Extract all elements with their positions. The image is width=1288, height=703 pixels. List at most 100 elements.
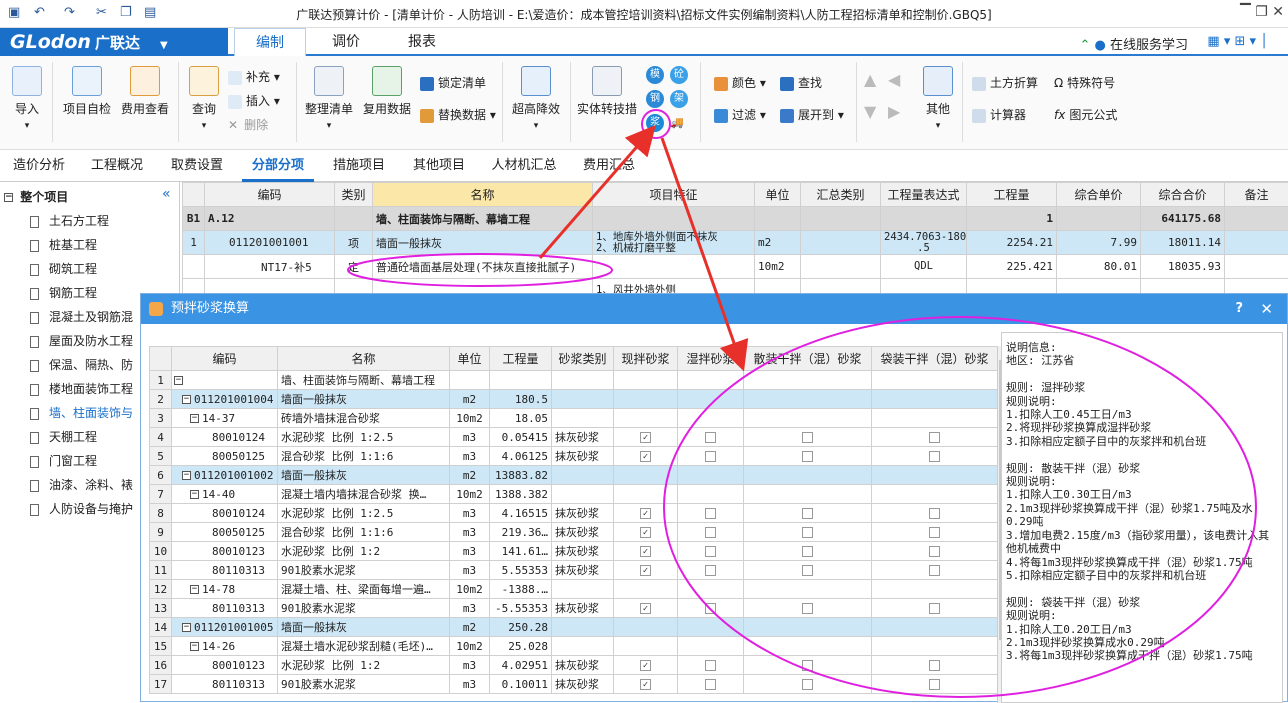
checkbox[interactable]: ✓ xyxy=(640,565,651,576)
collapse-icon[interactable]: − xyxy=(190,642,199,651)
fee-view-button[interactable]: 费用查看 xyxy=(118,66,172,117)
cell-name[interactable]: 水泥砂浆 比例 1:2 xyxy=(278,656,450,675)
checkbox[interactable]: ✓ xyxy=(640,660,651,671)
menu-tab-adjust[interactable]: 调价 xyxy=(310,28,382,56)
supplement-button[interactable]: 补充 ▾ xyxy=(228,68,280,85)
cell-unit[interactable]: 10m2 xyxy=(450,485,490,504)
table-row[interactable]: 480010124水泥砂浆 比例 1:2.5m30.05415抹灰砂浆✓ xyxy=(150,428,998,447)
cell-feature[interactable] xyxy=(593,255,755,279)
column-header[interactable]: 单位 xyxy=(755,183,801,207)
table-row[interactable]: 12−14-78混凝土墙、柱、梁面每增一遍…10m2-1388.… xyxy=(150,580,998,599)
checkbox[interactable]: ✓ xyxy=(640,679,651,690)
dialog-title-bar[interactable]: 预拌砂浆换算 ? ✕ xyxy=(141,294,1287,324)
cell-unit[interactable]: m3 xyxy=(450,656,490,675)
cell-code[interactable]: 80010123 xyxy=(172,542,278,561)
dialog-column-header[interactable]: 袋装干拌（混）砂浆 xyxy=(872,347,998,371)
cell-category[interactable]: 抹灰砂浆 xyxy=(552,523,614,542)
cell-type[interactable]: 项 xyxy=(335,231,373,255)
column-header[interactable]: 名称 xyxy=(373,183,593,207)
cell-price[interactable]: 7.99 xyxy=(1057,231,1141,255)
tree-item[interactable]: 钢筋工程 xyxy=(30,284,97,301)
delete-button[interactable]: ✕删除 xyxy=(228,116,268,133)
cell-name[interactable]: 901胶素水泥浆 xyxy=(278,561,450,580)
cell-unit[interactable]: m3 xyxy=(450,428,490,447)
cell-qty[interactable]: 5.55353 xyxy=(490,561,552,580)
lock-list-button[interactable]: 锁定清单 xyxy=(420,74,486,91)
checkbox[interactable] xyxy=(802,603,813,614)
cell-checkbox[interactable] xyxy=(744,428,872,447)
cell-qty[interactable]: 141.61… xyxy=(490,542,552,561)
cell-category[interactable] xyxy=(552,409,614,428)
checkbox[interactable] xyxy=(802,679,813,690)
tab-fee-settings[interactable]: 取费设置 xyxy=(162,150,232,182)
color-button[interactable]: 颜色 ▾ xyxy=(714,74,766,91)
cell-checkbox[interactable] xyxy=(744,409,872,428)
tree-item[interactable]: 油漆、涂料、裱 xyxy=(30,476,133,493)
cell-category[interactable] xyxy=(552,466,614,485)
cell-checkbox[interactable] xyxy=(678,485,744,504)
grid-icon[interactable]: ▦ ▾ ⊞ ▾ │ xyxy=(1207,34,1268,49)
table-row[interactable]: 1011201001001项墙面一般抹灰1、地库外墙外侧面不抹灰 2、机械打磨平… xyxy=(183,231,1288,255)
cell-qty[interactable]: 18.05 xyxy=(490,409,552,428)
collapse-icon[interactable]: − xyxy=(190,490,199,499)
cell-checkbox[interactable] xyxy=(678,409,744,428)
cell-checkbox[interactable] xyxy=(872,447,998,466)
table-row[interactable]: 580050125混合砂浆 比例 1:1:6m34.06125抹灰砂浆✓ xyxy=(150,447,998,466)
checkbox[interactable] xyxy=(929,603,940,614)
cell-type[interactable]: 定 xyxy=(335,255,373,279)
tree-item[interactable]: 屋面及防水工程 xyxy=(30,332,133,349)
filter-button[interactable]: 过滤 ▾ xyxy=(714,106,766,123)
cell-feature[interactable] xyxy=(593,207,755,231)
cell-checkbox[interactable]: ✓ xyxy=(614,599,678,618)
cell-unit[interactable]: m2 xyxy=(755,231,801,255)
cell-checkbox[interactable] xyxy=(744,371,872,390)
cell-name[interactable]: 水泥砂浆 比例 1:2.5 xyxy=(278,504,450,523)
cell-checkbox[interactable] xyxy=(744,485,872,504)
cell-checkbox[interactable] xyxy=(872,656,998,675)
cell-name[interactable]: 墙面一般抹灰 xyxy=(278,466,450,485)
tree-item[interactable]: 墙、柱面装饰与 xyxy=(30,404,133,421)
entity-convert-button[interactable]: 实体转技措 xyxy=(576,66,638,117)
cell-checkbox[interactable]: ✓ xyxy=(614,542,678,561)
cell-name[interactable]: 混合砂浆 比例 1:1:6 xyxy=(278,447,450,466)
cell-qty[interactable]: -1388.… xyxy=(490,580,552,599)
column-header[interactable]: 类别 xyxy=(335,183,373,207)
query-button[interactable]: 查询▾ xyxy=(186,66,222,131)
checkbox[interactable] xyxy=(929,660,940,671)
cell-checkbox[interactable]: ✓ xyxy=(614,656,678,675)
cell-checkbox[interactable]: ✓ xyxy=(614,561,678,580)
checkbox[interactable] xyxy=(929,527,940,538)
help-button[interactable]: ? xyxy=(1235,294,1243,324)
tree-root[interactable]: − 整个项目 xyxy=(4,188,68,205)
cell-qty[interactable]: 2254.21 xyxy=(967,231,1057,255)
checkbox[interactable] xyxy=(929,432,940,443)
cell-remark[interactable] xyxy=(1225,255,1288,279)
table-row[interactable]: 6−011201001002墙面一般抹灰m213883.82 xyxy=(150,466,998,485)
special-symbol-button[interactable]: Ω特殊符号 xyxy=(1054,74,1115,91)
replace-data-button[interactable]: 替换数据 ▾ xyxy=(420,106,496,123)
table-row[interactable]: 880010124水泥砂浆 比例 1:2.5m34.16515抹灰砂浆✓ xyxy=(150,504,998,523)
cell-category[interactable] xyxy=(552,390,614,409)
earth-fold-button[interactable]: 土方折算 xyxy=(972,74,1038,91)
cell-total[interactable]: 641175.68 xyxy=(1141,207,1225,231)
cell-checkbox[interactable] xyxy=(872,675,998,694)
cell-checkbox[interactable] xyxy=(872,599,998,618)
column-header[interactable]: 编码 xyxy=(205,183,335,207)
cell-checkbox[interactable] xyxy=(614,618,678,637)
checkbox[interactable] xyxy=(705,451,716,462)
cell-qty[interactable]: 1 xyxy=(967,207,1057,231)
cell-unit[interactable]: 10m2 xyxy=(755,255,801,279)
dialog-column-header[interactable]: 工程量 xyxy=(490,347,552,371)
tree-item[interactable]: 保温、隔热、防 xyxy=(30,356,133,373)
cell-category[interactable]: 抹灰砂浆 xyxy=(552,561,614,580)
table-row[interactable]: 980050125混合砂浆 比例 1:1:6m3219.36…抹灰砂浆✓ xyxy=(150,523,998,542)
cell-category[interactable] xyxy=(552,371,614,390)
cell-checkbox[interactable]: ✓ xyxy=(614,504,678,523)
cell-qty[interactable] xyxy=(490,371,552,390)
checkbox[interactable] xyxy=(802,508,813,519)
cell-unit[interactable]: m2 xyxy=(450,618,490,637)
table-row[interactable]: 1180110313901胶素水泥浆m35.55353抹灰砂浆✓ xyxy=(150,561,998,580)
table-row[interactable]: 1380110313901胶素水泥浆m3-5.55353抹灰砂浆✓ xyxy=(150,599,998,618)
cell-checkbox[interactable] xyxy=(678,523,744,542)
cell-checkbox[interactable] xyxy=(872,561,998,580)
